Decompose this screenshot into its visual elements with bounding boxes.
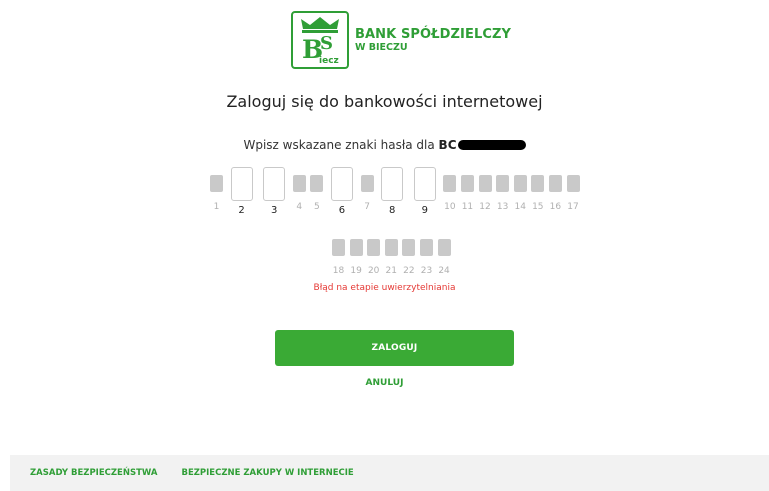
error-message: Błąd na etapie uwierzytelniania <box>313 283 456 293</box>
bank-logo[interactable]: B S iecz BANK SPÓŁDZIELCZY W BIECZU <box>291 11 511 69</box>
password-char-input[interactable] <box>381 167 404 201</box>
footer-link-security-rules[interactable]: ZASADY BEZPIECZEŃSTWA <box>30 468 157 478</box>
password-position-number: 2 <box>238 205 245 216</box>
crown-icon: B S iecz <box>301 17 339 66</box>
password-position-number: 8 <box>388 205 396 216</box>
password-position-number: 24 <box>438 266 450 276</box>
password-position-2[interactable]: 2 <box>228 167 256 216</box>
password-position-14: 14 <box>513 167 527 212</box>
password-position-11: 11 <box>460 167 474 212</box>
footer: ZASADY BEZPIECZEŃSTWA BEZPIECZNE ZAKUPY … <box>10 455 769 491</box>
password-position-10: 10 <box>443 167 457 212</box>
password-char-disabled <box>513 175 527 192</box>
password-char-input[interactable] <box>263 167 286 201</box>
password-position-number: 10 <box>444 202 456 212</box>
password-char-disabled <box>292 175 306 192</box>
password-char-disabled <box>310 175 324 192</box>
password-position-12: 12 <box>478 167 492 212</box>
password-char-disabled <box>478 175 492 192</box>
cancel-link[interactable]: ANULUJ <box>0 378 769 388</box>
password-position-number: 20 <box>367 266 380 276</box>
password-char-disabled <box>367 239 381 256</box>
password-position-23: 23 <box>419 231 433 276</box>
svg-text:S: S <box>320 33 333 54</box>
password-char-disabled <box>402 239 416 256</box>
page-title: Zaloguj się do bankowości internetowej <box>226 92 543 111</box>
password-char-disabled <box>349 239 363 256</box>
password-position-number: 4 <box>296 202 303 212</box>
svg-text:iecz: iecz <box>319 56 339 66</box>
password-position-number: 17 <box>567 202 579 212</box>
password-position-16: 16 <box>548 167 562 212</box>
password-prompt: Wpisz wskazane znaki hasła dla BC <box>0 138 769 152</box>
password-positions-row-1: 1 2 3 4 5 6 7 8 9 10 11 12 13 14 15 16 17 <box>210 167 584 216</box>
password-position-number: 22 <box>403 266 415 276</box>
password-char-disabled <box>443 175 457 192</box>
password-char-disabled <box>496 175 510 192</box>
password-position-17: 17 <box>566 167 580 212</box>
password-position-number: 1 <box>213 202 220 212</box>
password-positions-row-2: 18 19 20 21 22 23 24 <box>332 231 455 276</box>
bank-name-line1: BANK SPÓŁDZIELCZY <box>355 27 512 42</box>
password-char-input[interactable] <box>230 167 253 201</box>
password-char-disabled <box>548 175 562 192</box>
password-position-5: 5 <box>310 167 324 212</box>
password-position-number: 7 <box>364 202 370 212</box>
password-position-1: 1 <box>210 167 223 212</box>
login-prefix: BC <box>438 138 457 152</box>
password-position-number: 15 <box>532 202 544 212</box>
password-position-number: 11 <box>461 202 474 212</box>
password-char-disabled <box>210 175 223 192</box>
password-char-disabled <box>437 239 451 256</box>
bank-name-line2: W BIECZU <box>355 42 408 53</box>
password-position-7: 7 <box>360 167 374 212</box>
password-char-input[interactable] <box>413 167 436 201</box>
password-position-24: 24 <box>437 231 451 276</box>
password-position-13: 13 <box>496 167 510 212</box>
password-char-disabled <box>460 175 474 192</box>
password-position-number: 21 <box>385 266 397 276</box>
password-position-number: 23 <box>420 266 433 276</box>
password-char-input[interactable] <box>330 167 353 201</box>
login-button[interactable]: ZALOGUJ <box>275 330 514 366</box>
password-char-disabled <box>384 239 398 256</box>
password-char-disabled <box>419 239 433 256</box>
password-position-22: 22 <box>402 231 416 276</box>
password-prompt-text: Wpisz wskazane znaki hasła dla <box>243 138 439 152</box>
password-position-20: 20 <box>367 231 381 276</box>
bank-logo-mark: B S iecz <box>291 11 349 69</box>
password-char-disabled <box>531 175 545 192</box>
password-position-number: 3 <box>271 205 278 216</box>
password-position-4: 4 <box>292 167 306 212</box>
password-position-9[interactable]: 9 <box>411 167 439 216</box>
password-position-number: 5 <box>314 202 320 212</box>
password-position-number: 12 <box>479 202 491 212</box>
bank-name: BANK SPÓŁDZIELCZY W BIECZU <box>355 27 511 54</box>
password-position-3[interactable]: 3 <box>260 167 288 216</box>
password-position-number: 9 <box>421 205 428 216</box>
password-position-15: 15 <box>531 167 545 212</box>
password-position-number: 14 <box>514 202 526 212</box>
password-position-19: 19 <box>349 231 363 276</box>
password-position-number: 13 <box>496 202 509 212</box>
password-char-disabled <box>566 175 580 192</box>
password-position-number: 18 <box>332 266 345 276</box>
password-position-number: 16 <box>549 202 562 212</box>
password-position-21: 21 <box>384 231 398 276</box>
password-char-disabled <box>332 239 345 256</box>
password-position-8[interactable]: 8 <box>378 167 406 216</box>
password-position-6[interactable]: 6 <box>328 167 356 216</box>
password-position-number: 6 <box>338 205 346 216</box>
footer-link-safe-shopping[interactable]: BEZPIECZNE ZAKUPY W INTERNECIE <box>181 468 353 478</box>
password-position-number: 19 <box>350 266 362 276</box>
password-position-18: 18 <box>332 231 345 276</box>
password-char-disabled <box>360 175 374 192</box>
redacted-login <box>457 140 526 150</box>
